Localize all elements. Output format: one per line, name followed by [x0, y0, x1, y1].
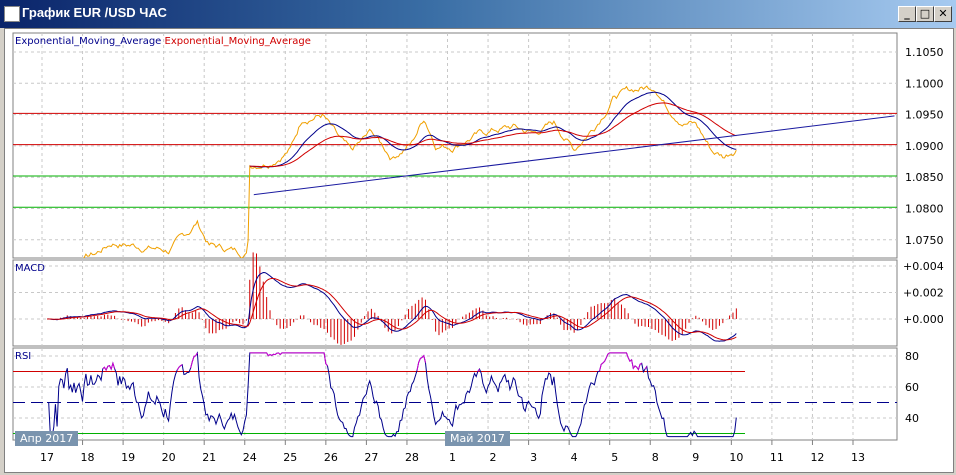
- x-tick-label: 25: [283, 451, 297, 464]
- month-badge-may: Май 2017: [445, 431, 510, 446]
- trend-line: [253, 115, 895, 196]
- price-tick-label: 1.0850: [905, 171, 944, 184]
- x-tick-label: 27: [364, 451, 378, 464]
- x-tick-label: 21: [202, 451, 216, 464]
- x-tick-label: 2: [490, 451, 497, 464]
- rsi-overbought-segment: [102, 361, 116, 372]
- x-tick-label: 10: [729, 451, 743, 464]
- price-tick-label: 1.0800: [905, 203, 944, 216]
- x-tick-label: 3: [530, 451, 537, 464]
- rsi-overbought-segment: [416, 354, 426, 371]
- x-tick-label: 11: [770, 451, 784, 464]
- rsi-panel: [12, 347, 898, 441]
- x-tick-label: 9: [692, 451, 699, 464]
- rsi-tick-label: 40: [905, 412, 919, 425]
- x-tick-label: 4: [571, 451, 578, 464]
- price-tick-label: 1.1050: [905, 46, 944, 59]
- x-tick-label: 19: [121, 451, 135, 464]
- macd-tick-label: +0.004: [903, 260, 944, 273]
- x-tick-label: 8: [652, 451, 659, 464]
- x-tick-label: 28: [405, 451, 419, 464]
- x-tick-label: 1: [449, 451, 456, 464]
- rsi-tick-label: 60: [905, 381, 919, 394]
- macd-tick-label: +0.002: [903, 287, 944, 300]
- price-tick-label: 1.0750: [905, 234, 944, 247]
- rsi-label: RSI: [15, 351, 32, 362]
- x-tick-label: 20: [162, 451, 176, 464]
- rsi-overbought-segment: [190, 352, 198, 369]
- x-tick-label: 26: [324, 451, 338, 464]
- x-tick-label: 13: [851, 451, 865, 464]
- x-tick-label: 24: [243, 451, 257, 464]
- x-tick-label: 17: [40, 451, 54, 464]
- month-badge-apr: Апр 2017: [15, 431, 79, 446]
- legend-ema-slow: Exponential_Moving_Average: [164, 36, 311, 47]
- legend-ema-fast: Exponential_Moving_Average: [15, 36, 162, 47]
- macd-panel: [12, 259, 898, 347]
- rsi-overbought-segment: [644, 366, 648, 370]
- macd-label: MACD: [15, 263, 45, 274]
- legend: Exponential_Moving_Average Exponential_M…: [15, 36, 311, 47]
- rsi-overbought-segment: [249, 352, 328, 367]
- x-tick-label: 5: [611, 451, 618, 464]
- price-tick-label: 1.1000: [905, 77, 944, 90]
- x-tick-label: 12: [810, 451, 824, 464]
- price-tick-label: 1.0950: [905, 109, 944, 122]
- x-tick-label: 18: [81, 451, 95, 464]
- price-tick-label: 1.0900: [905, 140, 944, 153]
- macd-tick-label: +0.000: [903, 313, 944, 326]
- rsi-overbought-segment: [176, 364, 183, 371]
- rsi-tick-label: 80: [905, 350, 919, 363]
- chart-canvas[interactable]: 17 18 19 20 21 24 25 26 27 28 1 2 3 4 5 8 9 10 11 12 131.105…: [0, 0, 956, 475]
